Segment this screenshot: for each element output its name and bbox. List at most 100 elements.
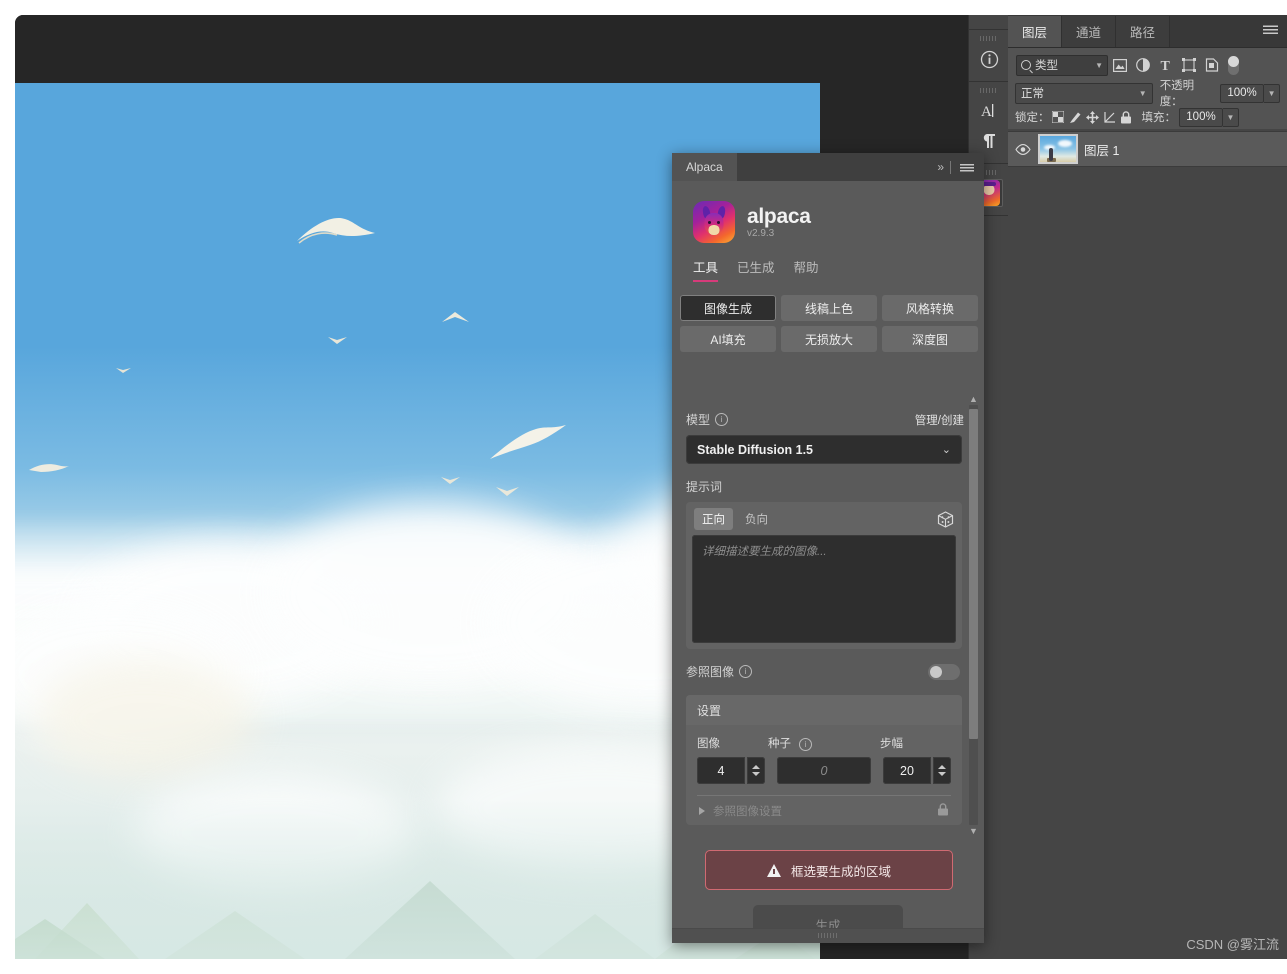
images-stepper[interactable]	[747, 757, 765, 784]
drag-grip[interactable]	[980, 36, 998, 41]
warning-icon	[767, 864, 781, 877]
images-input[interactable]: 4	[697, 757, 745, 784]
layer-visibility-icon[interactable]	[1014, 144, 1032, 155]
rail-top-stub	[969, 15, 1009, 30]
layers-panel: 图层 通道 路径 类型 ▼ T	[1008, 15, 1287, 959]
smart-object-filter-icon[interactable]	[1200, 55, 1223, 75]
lock-row: 锁定： 填充： 100% ▼	[1008, 105, 1287, 129]
lock-label: 锁定：	[1015, 109, 1050, 125]
bird-icon	[495, 483, 521, 499]
brand-text: alpaca v2.9.3	[747, 206, 811, 239]
lock-icon[interactable]	[937, 803, 949, 819]
drag-grip[interactable]	[980, 88, 998, 93]
tool-lineart-colorize[interactable]: 线稿上色	[781, 295, 877, 321]
tool-lossless-upscale[interactable]: 无损放大	[781, 326, 877, 352]
images-stepper-group: 4	[697, 757, 765, 784]
tool-ai-fill[interactable]: AI填充	[680, 326, 776, 352]
nav-generated[interactable]: 已生成	[737, 257, 775, 282]
adjustment-layer-filter-icon[interactable]	[1131, 55, 1154, 75]
fill-input[interactable]: 100%	[1179, 108, 1223, 127]
info-icon[interactable]: i	[799, 738, 812, 751]
tab-alpaca[interactable]: Alpaca	[672, 153, 737, 181]
filter-kind-select[interactable]: 类型 ▼	[1016, 55, 1108, 76]
alpaca-logo-icon	[693, 201, 735, 243]
lock-artboard-nesting-icon[interactable]	[1101, 108, 1118, 126]
scrollbar-thumb[interactable]	[969, 409, 978, 739]
rail-group-info	[969, 30, 1009, 82]
pixel-layer-filter-icon[interactable]	[1108, 55, 1131, 75]
reference-image-toggle[interactable]	[928, 664, 960, 680]
resize-grip[interactable]	[818, 933, 838, 938]
blend-mode-value: 正常	[1021, 85, 1044, 101]
opacity-input[interactable]: 100%	[1220, 84, 1264, 103]
alpaca-plugin-panel: Alpaca » alpaca v2.9.3	[672, 153, 984, 943]
lock-position-icon[interactable]	[1084, 108, 1101, 126]
alpaca-brand: alpaca v2.9.3	[672, 181, 984, 243]
steps-stepper[interactable]	[933, 757, 951, 784]
nav-tools[interactable]: 工具	[693, 257, 718, 282]
layer-name-text: 图层	[1084, 144, 1109, 158]
tab-channels[interactable]: 通道	[1062, 16, 1116, 47]
model-select[interactable]: Stable Diffusion 1.5 ⌄	[686, 435, 962, 464]
layer-name-index: 1	[1113, 144, 1120, 158]
lock-all-icon[interactable]	[1118, 108, 1135, 126]
type-layer-filter-icon[interactable]: T	[1154, 55, 1177, 75]
tool-image-generate[interactable]: 图像生成	[680, 295, 776, 321]
layer-list: 图层 1	[1008, 129, 1287, 167]
info-icon[interactable]: i	[715, 413, 728, 426]
blend-mode-select[interactable]: 正常 ▼	[1015, 83, 1153, 104]
info-icon[interactable]	[975, 45, 1003, 73]
tool-depth-map[interactable]: 深度图	[882, 326, 978, 352]
tab-layers[interactable]: 图层	[1008, 16, 1062, 47]
opacity-label: 不透明度：	[1160, 77, 1217, 109]
model-label: 模型	[686, 411, 710, 428]
paragraph-panel-icon[interactable]	[975, 127, 1003, 155]
info-icon[interactable]: i	[739, 665, 752, 678]
character-panel-icon[interactable]: A	[975, 97, 1003, 125]
seed-input[interactable]: 0	[777, 757, 871, 784]
filter-enable-toggle[interactable]	[1228, 56, 1239, 75]
canvas-watermark: @雾江流的摄影	[545, 538, 671, 563]
prompt-section-header: 提示词	[680, 464, 968, 495]
tool-style-transfer[interactable]: 风格转换	[882, 295, 978, 321]
steps-input[interactable]: 20	[883, 757, 931, 784]
shape-layer-filter-icon[interactable]	[1177, 55, 1200, 75]
alpaca-panel-tabbar: Alpaca »	[672, 153, 984, 181]
tab-paths[interactable]: 路径	[1116, 16, 1170, 47]
steps-stepper-group: 20	[883, 757, 951, 784]
fill-chevron-down-icon[interactable]: ▼	[1223, 108, 1239, 127]
layer-name[interactable]: 图层 1	[1084, 140, 1119, 159]
settings-body: 图像 种子 i 步幅 4	[686, 725, 962, 825]
alpaca-panel-menu-icon[interactable]	[960, 164, 974, 173]
rail-group-type: A	[969, 82, 1009, 164]
chevron-down-icon: ▼	[1095, 61, 1103, 70]
alpaca-nav: 工具 已生成 帮助	[672, 243, 984, 282]
alpaca-panel-scrollbar[interactable]: ▲ ▼	[967, 393, 980, 837]
alpaca-scroll-area[interactable]: 模型 i 管理/创建 Stable Diffusion 1.5 ⌄ 提示词 正向	[680, 397, 968, 837]
layer-thumbnail[interactable]	[1038, 134, 1078, 164]
reference-image-label: 参照图像	[686, 663, 734, 680]
table-row[interactable]: 图层 1	[1008, 131, 1287, 167]
alpaca-panel-body: alpaca v2.9.3 工具 已生成 帮助 图像生成 线稿上色 风格转换 A…	[672, 181, 984, 943]
blend-mode-row: 正常 ▼ 不透明度： 100% ▼	[1008, 81, 1287, 105]
search-icon	[1021, 60, 1031, 70]
brand-name: alpaca	[747, 206, 811, 227]
scroll-down-arrow-icon[interactable]: ▼	[967, 825, 980, 837]
reference-image-settings-row[interactable]: 参照图像设置	[697, 796, 951, 819]
tab-negative-prompt[interactable]: 负向	[737, 508, 776, 530]
prompt-textarea[interactable]: 详细描述要生成的图像...	[692, 535, 956, 643]
dice-randomize-icon[interactable]	[937, 511, 954, 528]
scrollbar-track[interactable]	[969, 405, 978, 825]
manage-create-link[interactable]: 管理/创建	[915, 412, 964, 428]
scroll-up-arrow-icon[interactable]: ▲	[967, 393, 980, 405]
nav-help[interactable]: 帮助	[794, 257, 819, 282]
panel-menu-icon[interactable]	[1263, 26, 1278, 37]
lock-transparent-pixels-icon[interactable]	[1050, 108, 1067, 126]
brand-version: v2.9.3	[747, 228, 811, 239]
lock-image-pixels-icon[interactable]	[1067, 108, 1084, 126]
seed-label-wrap: 种子 i	[768, 735, 880, 751]
warning-text: 框选要生成的区域	[791, 861, 891, 880]
opacity-chevron-down-icon[interactable]: ▼	[1264, 84, 1280, 103]
tab-positive-prompt[interactable]: 正向	[694, 508, 733, 530]
collapse-panel-icon[interactable]: »	[937, 160, 942, 174]
